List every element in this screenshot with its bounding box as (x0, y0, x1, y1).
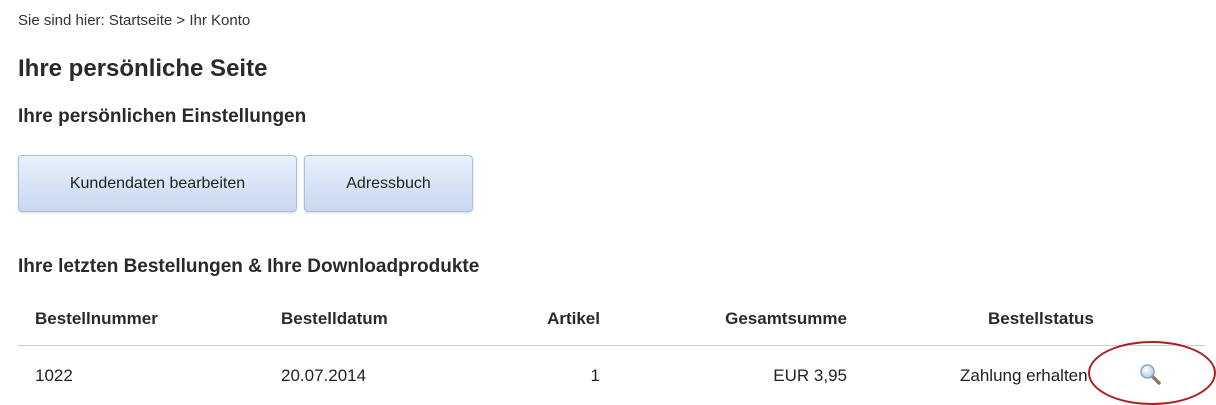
annotation-ring (1088, 341, 1216, 405)
cell-order-number: 1022 (35, 366, 73, 385)
address-book-button[interactable]: Adressbuch (304, 155, 473, 212)
settings-heading: Ihre persönlichen Einstellungen (18, 106, 307, 127)
page-title: Ihre persönliche Seite (18, 55, 268, 82)
header-order-number: Bestellnummer (35, 309, 158, 328)
table-divider (18, 345, 1206, 346)
cell-order-date: 20.07.2014 (281, 366, 367, 385)
orders-heading: Ihre letzten Bestellungen & Ihre Downloa… (18, 256, 480, 277)
header-status: Bestellstatus (988, 309, 1094, 328)
cell-items: 1 (590, 366, 600, 385)
header-order-date: Bestelldatum (281, 309, 388, 328)
cell-total: EUR 3,95 (773, 366, 847, 385)
cell-status: Zahlung erhalten (960, 366, 1088, 385)
header-items: Artikel (547, 309, 600, 328)
header-total: Gesamtsumme (725, 309, 847, 328)
edit-customer-data-button[interactable]: Kundendaten bearbeiten (18, 155, 297, 212)
breadcrumb: Sie sind hier: Startseite > Ihr Konto (18, 12, 251, 29)
